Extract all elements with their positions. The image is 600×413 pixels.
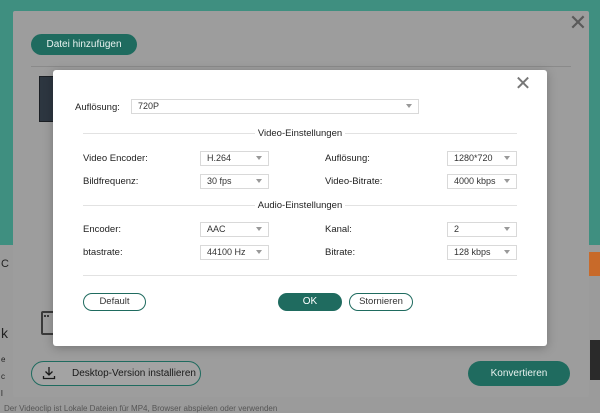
divider [83, 205, 255, 206]
settings-dialog: ✕ Auflösung: 720P Video-Einstellungen Vi… [53, 70, 547, 346]
install-desktop-button[interactable]: Desktop-Version installieren [31, 361, 201, 386]
dropdown-caret-icon [256, 250, 262, 254]
divider [345, 205, 517, 206]
sample-rate-label: btastrate: [83, 247, 123, 258]
channel-label: Kanal: [325, 224, 352, 235]
sample-rate-select[interactable]: 44100 Hz [200, 245, 269, 260]
background-footer-text: Der Videoclip ist Lokale Dateien für MP4… [4, 404, 278, 413]
video-settings-heading: Video-Einstellungen [257, 128, 343, 139]
video-resolution-value: 1280*720 [454, 153, 493, 163]
audio-settings-heading: Audio-Einstellungen [257, 200, 343, 211]
close-icon[interactable]: ✕ [568, 12, 588, 34]
resolution-preset-value: 720P [138, 101, 160, 111]
channel-select[interactable]: 2 [447, 222, 517, 237]
divider [83, 133, 255, 134]
channel-value: 2 [454, 224, 460, 234]
audio-bitrate-select[interactable]: 128 kbps [447, 245, 517, 260]
background-text-fragment: l [1, 389, 3, 398]
video-bitrate-value: 4000 kbps [454, 176, 496, 186]
close-icon[interactable]: ✕ [514, 74, 532, 94]
audio-bitrate-value: 128 kbps [454, 247, 491, 257]
dropdown-caret-icon [504, 179, 510, 183]
download-icon [42, 367, 56, 380]
framerate-label: Bildfrequenz: [83, 176, 139, 187]
audio-encoder-select[interactable]: AAC [200, 222, 269, 237]
dropdown-caret-icon [256, 227, 262, 231]
resolution-preset-select[interactable]: 720P [131, 99, 419, 114]
video-bitrate-select[interactable]: 4000 kbps [447, 174, 517, 189]
divider [345, 133, 517, 134]
video-resolution-select[interactable]: 1280*720 [447, 151, 517, 166]
dropdown-caret-icon [504, 250, 510, 254]
background-text-fragment: e [1, 355, 6, 364]
add-file-button[interactable]: Datei hinzufügen [31, 34, 137, 55]
video-encoder-value: H.264 [207, 153, 232, 163]
convert-button[interactable]: Konvertieren [468, 361, 570, 386]
ok-button[interactable]: OK [278, 293, 342, 311]
divider [31, 66, 571, 67]
background-text-fragment: k [1, 325, 8, 341]
dropdown-caret-icon [256, 179, 262, 183]
default-button[interactable]: Default [83, 293, 146, 311]
divider [83, 275, 517, 276]
background-text-fragment: c [1, 372, 5, 381]
dropdown-caret-icon [256, 156, 262, 160]
framerate-select[interactable]: 30 fps [200, 174, 269, 189]
audio-encoder-value: AAC [207, 224, 226, 234]
video-resolution-label: Auflösung: [325, 153, 370, 164]
background-text-fragment: C [1, 258, 9, 270]
dropdown-caret-icon [504, 227, 510, 231]
video-encoder-select[interactable]: H.264 [200, 151, 269, 166]
video-bitrate-label: Video-Bitrate: [325, 176, 383, 187]
cancel-button[interactable]: Stornieren [349, 293, 413, 311]
dropdown-caret-icon [504, 156, 510, 160]
install-desktop-label: Desktop-Version installieren [72, 368, 196, 379]
dropdown-caret-icon [406, 104, 412, 108]
resolution-preset-label: Auflösung: [75, 102, 120, 113]
sample-rate-value: 44100 Hz [207, 247, 246, 257]
background-banner [590, 340, 600, 380]
framerate-value: 30 fps [207, 176, 232, 186]
video-encoder-label: Video Encoder: [83, 153, 148, 164]
audio-bitrate-label: Bitrate: [325, 247, 356, 258]
audio-encoder-label: Encoder: [83, 224, 122, 235]
